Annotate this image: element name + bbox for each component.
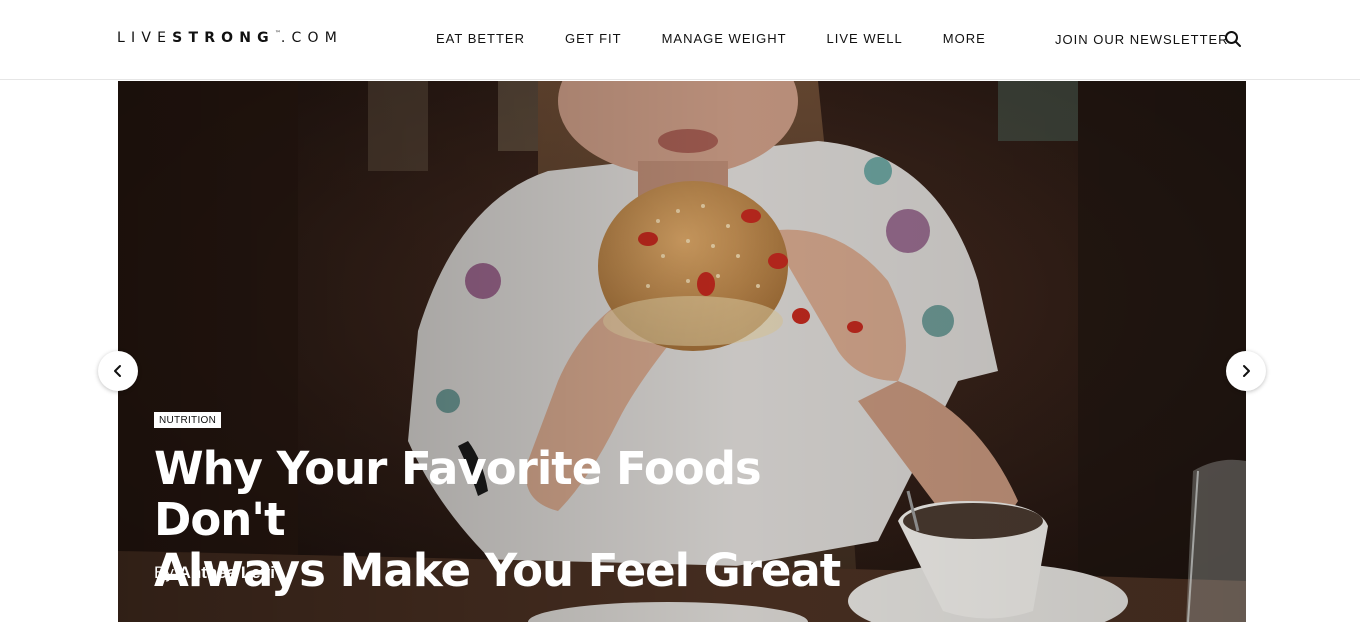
nav-eat-better[interactable]: EAT BETTER [436,31,525,46]
logo-text-com: .COM [280,30,344,46]
chevron-right-icon [1243,365,1250,377]
carousel-prev-button[interactable] [98,351,138,391]
byline: By Anthea Levi [154,563,275,583]
livestrong-logo[interactable]: LIVESTRONG™.COM [117,30,343,46]
main-nav: EAT BETTER GET FIT MANAGE WEIGHT LIVE WE… [436,31,1026,46]
search-icon[interactable] [1224,30,1242,48]
logo-text-strong: STRONG [172,30,275,46]
nav-get-fit[interactable]: GET FIT [565,31,622,46]
category-tag[interactable]: NUTRITION [154,412,222,428]
nav-manage-weight[interactable]: MANAGE WEIGHT [662,31,787,46]
chevron-left-icon [114,365,121,377]
nav-live-well[interactable]: LIVE WELL [827,31,903,46]
hero-article[interactable]: NUTRITION Why Your Favorite Foods Don't … [118,81,1246,622]
author-name[interactable]: Anthea Levi [179,563,275,582]
site-header: LIVESTRONG™.COM EAT BETTER GET FIT MANAG… [0,0,1360,80]
carousel-next-button[interactable] [1226,351,1266,391]
nav-more[interactable]: MORE [943,31,986,46]
logo-text-live: LIVE [117,30,173,46]
byline-prefix: By [154,563,174,582]
headline-line-1: Why Your Favorite Foods Don't [154,442,762,546]
newsletter-link[interactable]: JOIN OUR NEWSLETTER [1055,32,1229,47]
